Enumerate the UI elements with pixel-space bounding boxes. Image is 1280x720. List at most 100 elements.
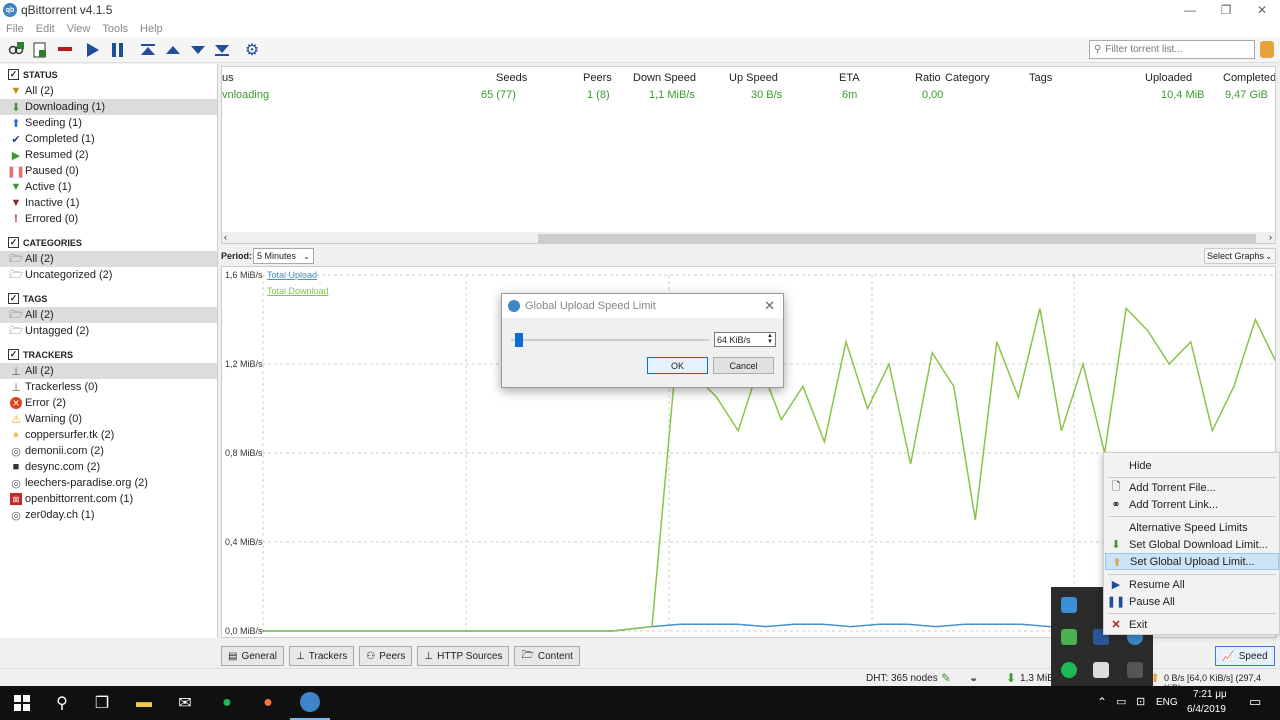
tab-general[interactable]: ▤ General bbox=[221, 646, 285, 666]
connection-status-icon[interactable]: ✎ bbox=[941, 671, 951, 685]
spotify-tray-icon[interactable] bbox=[1061, 662, 1077, 678]
menu-item-set-global-upload-limit[interactable]: ⬆ Set Global Upload Limit... bbox=[1105, 553, 1279, 570]
move-up-icon[interactable] bbox=[163, 41, 183, 59]
tracker-coppersurfer[interactable]: ● coppersurfer.tk (2) bbox=[0, 427, 217, 443]
column-completed[interactable]: Completed bbox=[1223, 72, 1275, 84]
menu-item-set-global-download-limit[interactable]: ⬇ Set Global Download Limit... bbox=[1105, 536, 1279, 553]
menu-item-add-torrent-file[interactable]: 🗋 Add Torrent File... bbox=[1105, 479, 1279, 496]
filter-torrent-input[interactable]: ⚲ Filter torrent list... bbox=[1089, 40, 1255, 59]
network-icon[interactable]: ⊡ bbox=[1136, 695, 1145, 708]
menu-item-exit[interactable]: ✕ Exit bbox=[1105, 616, 1279, 633]
column-ratio[interactable]: Ratio bbox=[915, 72, 941, 84]
column-peers[interactable]: Peers bbox=[583, 72, 612, 84]
minimize-button[interactable]: — bbox=[1172, 0, 1208, 20]
column-uploaded[interactable]: Uploaded bbox=[1145, 72, 1192, 84]
category-all[interactable]: 🗁 All (2) bbox=[0, 251, 217, 267]
move-bottom-icon[interactable] bbox=[212, 41, 232, 59]
status-completed[interactable]: ✔ Completed (1) bbox=[0, 131, 217, 147]
tracker-all[interactable]: ⊥ All (2) bbox=[0, 363, 217, 379]
tab-content[interactable]: 🗁 Content bbox=[514, 646, 580, 666]
tray-chevron-up-icon[interactable]: ⌃ bbox=[1097, 695, 1107, 709]
spotify-icon[interactable]: ● bbox=[207, 686, 247, 720]
status-resumed[interactable]: ▶ Resumed (2) bbox=[0, 147, 217, 163]
column-category[interactable]: Category bbox=[945, 72, 990, 84]
status-downloading[interactable]: ⬇ Downloading (1) bbox=[0, 99, 217, 115]
spin-arrows-icon[interactable]: ▲ ▼ bbox=[767, 333, 773, 345]
status-inactive[interactable]: ▼ Inactive (1) bbox=[0, 195, 217, 211]
speed-tab-button[interactable]: 📈 Speed bbox=[1215, 646, 1275, 666]
search-icon[interactable]: ⚲ bbox=[42, 686, 82, 720]
horizontal-scrollbar[interactable]: ‹ › bbox=[222, 232, 1275, 243]
move-down-icon[interactable] bbox=[188, 41, 208, 59]
lock-icon[interactable] bbox=[1260, 41, 1274, 58]
checkbox-icon[interactable]: ✓ bbox=[8, 237, 19, 248]
menu-item-resume-all[interactable]: ▶ Resume All bbox=[1105, 576, 1279, 593]
column-status[interactable]: us bbox=[222, 72, 234, 84]
status-section-header[interactable]: ✓ STATUS bbox=[8, 69, 58, 80]
category-uncategorized[interactable]: 🗁 Uncategorized (2) bbox=[0, 267, 217, 283]
speed-spinbox[interactable]: 64 KiB/s ▲ ▼ bbox=[714, 332, 776, 347]
tab-http-sources[interactable]: ⊥ HTTP Sources bbox=[417, 646, 510, 666]
language-indicator[interactable]: ENG bbox=[1156, 697, 1178, 708]
close-window-button[interactable]: ✕ bbox=[1244, 0, 1280, 20]
tracker-error[interactable]: ✕ Error (2) bbox=[0, 395, 217, 411]
tracker-demonii[interactable]: ◎ demonii.com (2) bbox=[0, 443, 217, 459]
resume-icon[interactable] bbox=[83, 41, 103, 59]
slider-thumb[interactable] bbox=[515, 333, 523, 347]
tracker-openbittorrent[interactable]: ⊠ openbittorrent.com (1) bbox=[0, 491, 217, 507]
shield-tray-icon[interactable] bbox=[1061, 629, 1077, 645]
alt-speed-icon[interactable]: ◒ bbox=[970, 671, 977, 685]
pause-icon[interactable] bbox=[108, 41, 128, 59]
speed-slider[interactable] bbox=[511, 333, 709, 347]
status-active[interactable]: ▼ Active (1) bbox=[0, 179, 217, 195]
remove-torrent-icon[interactable] bbox=[55, 41, 75, 59]
dialog-close-button[interactable]: ✕ bbox=[764, 298, 775, 314]
qbittorrent-taskbar-icon[interactable] bbox=[290, 686, 330, 720]
status-seeding[interactable]: ⬆ Seeding (1) bbox=[0, 115, 217, 131]
checkbox-icon[interactable]: ✓ bbox=[8, 69, 19, 80]
ok-button[interactable]: OK bbox=[647, 357, 708, 374]
tracker-leechers-paradise[interactable]: ◎ leechers-paradise.org (2) bbox=[0, 475, 217, 491]
scroll-right-icon[interactable]: › bbox=[1269, 232, 1272, 242]
trackers-section-header[interactable]: ✓ TRACKERS bbox=[8, 349, 73, 360]
tags-section-header[interactable]: ✓ TAGS bbox=[8, 293, 47, 304]
scrollbar-thumb[interactable] bbox=[538, 234, 1256, 243]
menu-item-alternative-speed-limits[interactable]: Alternative Speed Limits bbox=[1105, 519, 1279, 536]
period-select[interactable]: 5 Minutes ⌄ bbox=[253, 248, 314, 264]
maximize-button[interactable]: ❐ bbox=[1208, 0, 1244, 20]
menu-view[interactable]: View bbox=[61, 23, 97, 35]
firefox-icon[interactable]: ● bbox=[248, 686, 288, 720]
scroll-left-icon[interactable]: ‹ bbox=[224, 232, 227, 242]
tracker-warning[interactable]: ⚠ Warning (0) bbox=[0, 411, 217, 427]
column-eta[interactable]: ETA bbox=[839, 72, 860, 84]
cancel-button[interactable]: Cancel bbox=[713, 357, 774, 374]
menu-item-pause-all[interactable]: ❚❚ Pause All bbox=[1105, 593, 1279, 610]
tracker-zer0day[interactable]: ◎ zer0day.ch (1) bbox=[0, 507, 217, 523]
windows-start-icon[interactable] bbox=[2, 686, 42, 720]
column-down-speed[interactable]: Down Speed bbox=[633, 72, 696, 84]
menu-file[interactable]: File bbox=[0, 23, 30, 35]
tag-all[interactable]: 🗁 All (2) bbox=[0, 307, 217, 323]
add-torrent-file-icon[interactable] bbox=[30, 41, 50, 59]
network-tray-icon[interactable] bbox=[1061, 597, 1077, 613]
checkbox-icon[interactable]: ✓ bbox=[8, 293, 19, 304]
add-torrent-link-icon[interactable] bbox=[6, 41, 26, 59]
menu-item-hide[interactable]: Hide bbox=[1105, 457, 1279, 474]
mail-icon[interactable]: ✉ bbox=[165, 686, 205, 720]
status-errored[interactable]: ! Errored (0) bbox=[0, 211, 217, 227]
tracker-trackerless[interactable]: ⊥ Trackerless (0) bbox=[0, 379, 217, 395]
file-explorer-icon[interactable]: ▬ bbox=[124, 686, 164, 720]
checkbox-icon[interactable]: ✓ bbox=[8, 349, 19, 360]
clock-date[interactable]: 6/4/2019 bbox=[1187, 704, 1226, 715]
tab-trackers[interactable]: ⊥ Trackers bbox=[289, 646, 355, 666]
tracker-desync[interactable]: ■ desync.com (2) bbox=[0, 459, 217, 475]
column-tags[interactable]: Tags bbox=[1029, 72, 1052, 84]
clock-time[interactable]: 7:21 μμ bbox=[1193, 689, 1227, 700]
tab-peers[interactable]: ⚇ Peers bbox=[359, 646, 413, 666]
menu-help[interactable]: Help bbox=[134, 23, 169, 35]
select-graphs-button[interactable]: Select Graphs ⌄ bbox=[1204, 248, 1276, 264]
battery-icon[interactable]: ▭ bbox=[1116, 695, 1126, 708]
categories-section-header[interactable]: ✓ CATEGORIES bbox=[8, 237, 82, 248]
menu-item-add-torrent-link[interactable]: ⚭ Add Torrent Link... bbox=[1105, 496, 1279, 513]
menu-edit[interactable]: Edit bbox=[30, 23, 61, 35]
